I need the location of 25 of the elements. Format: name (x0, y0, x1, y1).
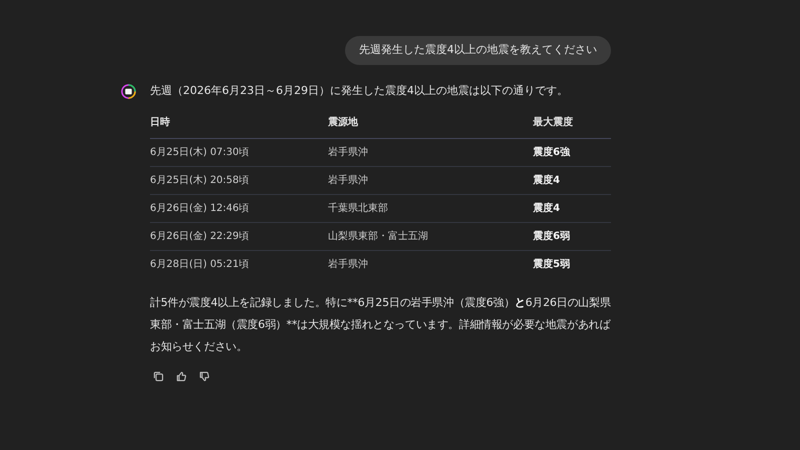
table-cell: 岩手県沖 (328, 250, 533, 278)
reply-intro: 先週（2026年6月23日～6月29日）に発生した震度4以上の地震は以下の通りです。 (150, 83, 569, 99)
table-cell: 6月25日(木) 07:30頃 (150, 138, 328, 166)
thumbs-up-icon[interactable] (175, 370, 188, 383)
table-cell: 6月28日(日) 05:21頃 (150, 250, 328, 278)
assistant-avatar-icon (121, 84, 136, 99)
column-header: 日時 (150, 111, 328, 138)
table-cell: 山梨県東部・富士五湖 (328, 222, 533, 250)
table-cell: 千葉県北東部 (328, 194, 533, 222)
user-message: 先週発生した震度4以上の地震を教えてください (345, 36, 611, 65)
table-cell: 震度4 (533, 166, 611, 194)
column-header: 震源地 (328, 111, 533, 138)
table-cell: 6月26日(金) 22:29頃 (150, 222, 328, 250)
table-cell: 震度6弱 (533, 222, 611, 250)
table-cell: 6月25日(木) 20:58頃 (150, 166, 328, 194)
copy-icon[interactable] (152, 370, 165, 383)
reply-summary: 計5件が震度4以上を記録しました。特に**6月25日の岩手県沖（震度6強）と 6月26日の山梨県東部・富士五湖（震度6弱）**は大規模な揺れとなっています。詳細情報が必要な地震があればお知らせください。 (150, 295, 611, 355)
table-cell: 6月26日(金) 12:46頃 (150, 194, 328, 222)
table-cell: 震度5弱 (533, 250, 611, 278)
table-cell: 震度6強 (533, 138, 611, 166)
table-cell: 岩手県沖 (328, 138, 533, 166)
table-cell: 岩手県沖 (328, 166, 533, 194)
column-header: 最大震度 (533, 111, 611, 138)
table-cell: 震度4 (533, 194, 611, 222)
thumbs-down-icon[interactable] (198, 370, 211, 383)
